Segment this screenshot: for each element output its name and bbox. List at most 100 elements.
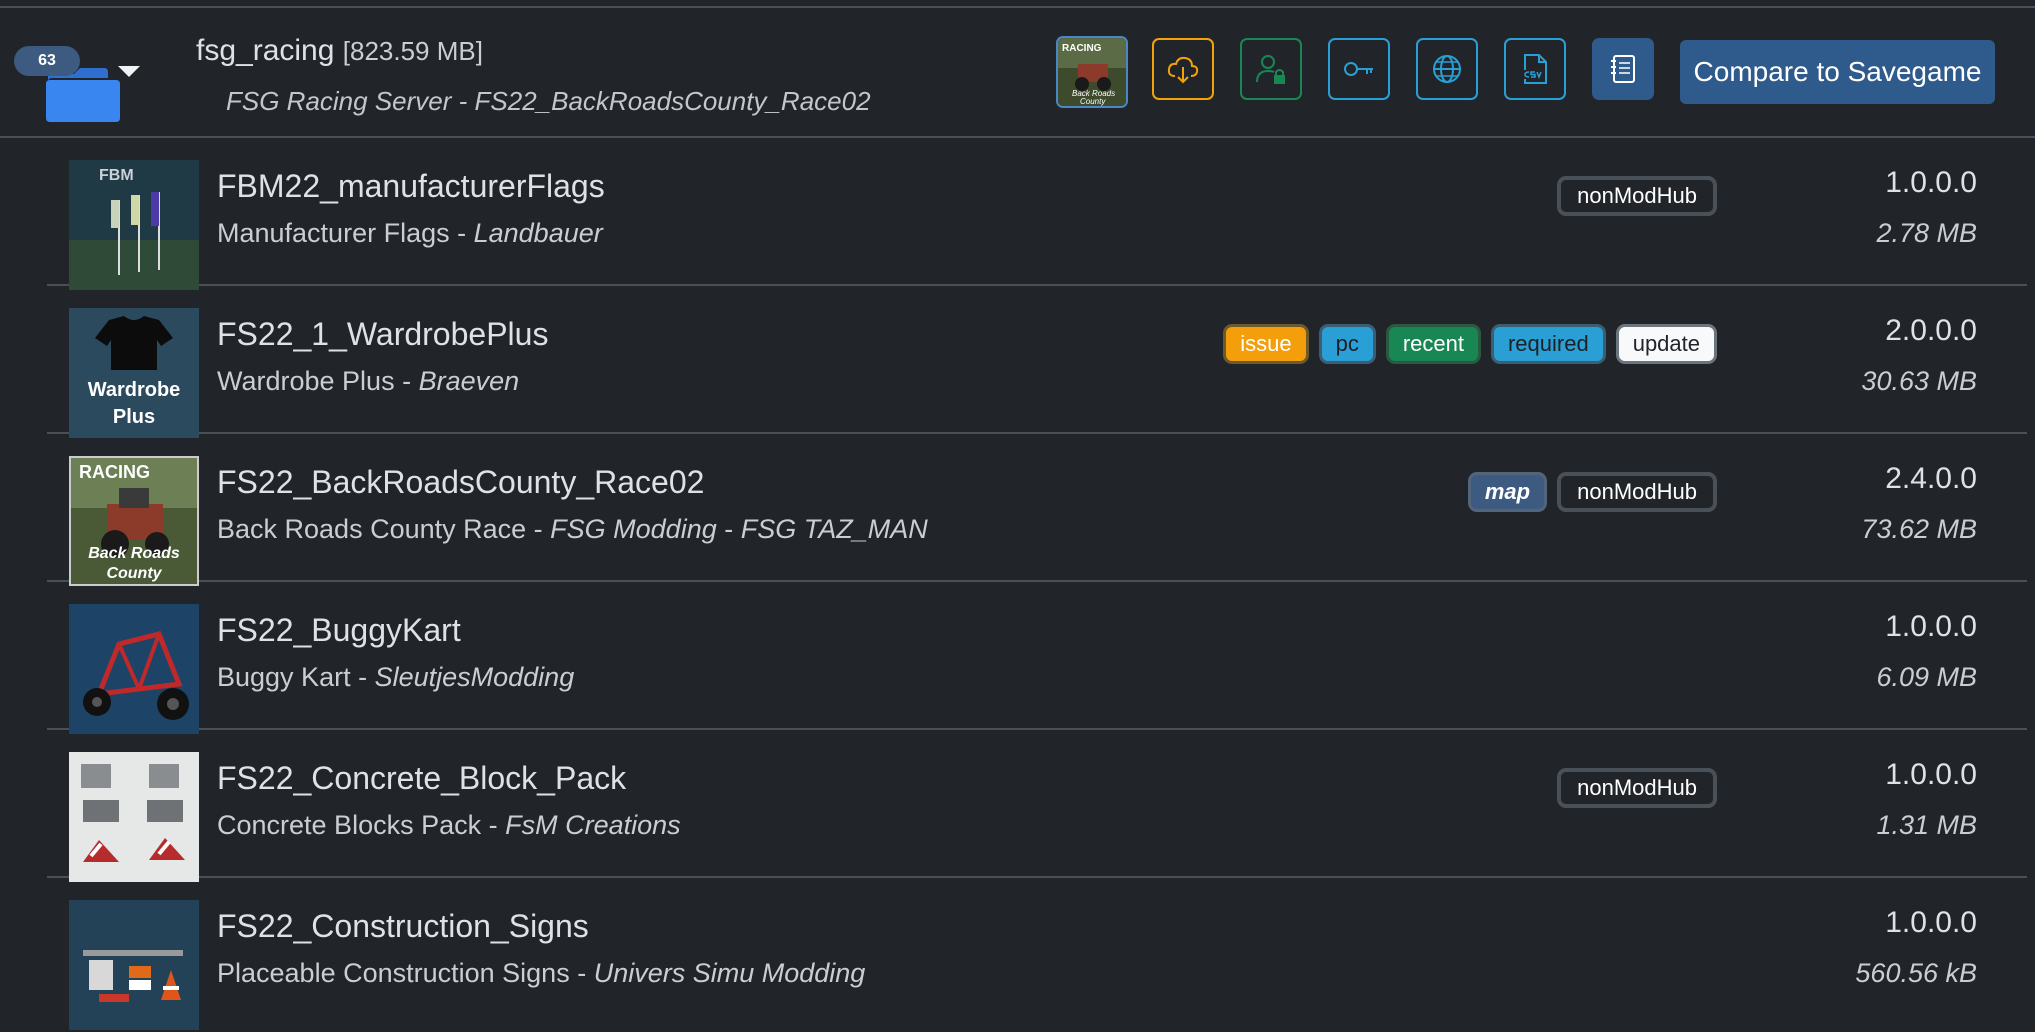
mod-title: Wardrobe Plus	[217, 366, 395, 396]
thumb-text: Wardrobe	[88, 379, 181, 401]
badge-nonmodhub: nonModHub	[1557, 472, 1717, 512]
user-lock-icon	[1256, 55, 1285, 84]
collection-header: 63 fsg_racing [823.59 MB] FSG Racing Ser…	[0, 8, 2035, 138]
collection-size: [823.59 MB]	[342, 36, 483, 66]
badge-update: update	[1615, 324, 1717, 364]
mod-version: 2.0.0.0	[1885, 314, 1977, 347]
mod-count-badge: 63	[14, 46, 80, 76]
compare-to-savegame-button[interactable]: Compare to Savegame	[1680, 40, 1995, 104]
mod-description: Buggy Kart - SleutjesModding	[217, 662, 575, 692]
mod-version: 1.0.0.0	[1885, 166, 1977, 199]
mod-title: Concrete Blocks Pack	[217, 810, 482, 840]
key-icon	[1344, 62, 1373, 76]
mod-author: SleutjesModding	[374, 662, 575, 692]
badge-required: required	[1490, 324, 1606, 364]
collection-folder-toggle[interactable]: 63	[14, 38, 144, 122]
mod-badges: issue pc recent required update	[1223, 324, 1717, 364]
mod-list: FBM FBM22_manufacturerFlags Manufacturer…	[47, 138, 2027, 1030]
caret-down-icon[interactable]	[118, 66, 140, 77]
notes-button[interactable]	[1592, 38, 1654, 100]
concrete-blocks-thumbnail	[69, 752, 199, 882]
mod-badges: nonModHub	[1557, 768, 1717, 808]
mod-thumbnail: Wardrobe Plus	[69, 308, 199, 438]
mod-row[interactable]: FS22_Concrete_Block_Pack Concrete Blocks…	[47, 730, 2027, 882]
thumb-text: Plus	[113, 406, 155, 428]
buggy-thumbnail	[69, 604, 199, 734]
mod-title: Placeable Construction Signs	[217, 958, 570, 988]
mod-name: FS22_1_WardrobePlus	[217, 316, 549, 352]
mod-author: FSG Modding	[550, 514, 717, 544]
mod-version: 1.0.0.0	[1885, 906, 1977, 939]
mod-thumbnail: FBM	[69, 160, 199, 290]
collection-title: fsg_racing [823.59 MB]	[196, 34, 483, 68]
mod-description: Manufacturer Flags - Landbauer	[217, 218, 603, 248]
mod-version: 2.4.0.0	[1885, 462, 1977, 495]
mod-row[interactable]: FS22_Construction_Signs Placeable Constr…	[47, 878, 2027, 1030]
construction-signs-thumbnail	[69, 900, 199, 1030]
badge-nonmodhub: nonModHub	[1557, 176, 1717, 216]
badge-recent: recent	[1385, 324, 1481, 364]
mod-size: 1.31 MB	[1876, 810, 1977, 840]
globe-icon	[1433, 55, 1461, 83]
mod-description: Concrete Blocks Pack - FsM Creations	[217, 810, 681, 840]
mod-thumbnail	[69, 752, 199, 882]
mod-author: FsM Creations	[505, 810, 681, 840]
mod-author: Univers Simu Modding	[593, 958, 866, 988]
mod-size: 73.62 MB	[1861, 514, 1977, 544]
mod-badges: map nonModHub	[1467, 472, 1717, 512]
mod-thumbnail	[69, 604, 199, 734]
mod-thumbnail	[69, 900, 199, 1030]
mod-size: 6.09 MB	[1876, 662, 1977, 692]
mod-title: Buggy Kart	[217, 662, 351, 692]
mod-size: 560.56 kB	[1855, 958, 1977, 988]
mod-version: 1.0.0.0	[1885, 610, 1977, 643]
collection-name: fsg_racing	[196, 34, 335, 67]
mod-author: Landbauer	[473, 218, 603, 248]
collection-description: FSG Racing Server - FS22_BackRoadsCounty…	[226, 86, 871, 116]
mod-name: FS22_Concrete_Block_Pack	[217, 760, 627, 796]
mod-description: Back Roads County Race - FSG Modding - F…	[217, 514, 928, 544]
wardrobe-thumbnail: Wardrobe Plus	[69, 308, 199, 438]
mod-size: 30.63 MB	[1861, 366, 1977, 396]
notebook-icon	[1611, 55, 1635, 83]
mod-author: Braeven	[418, 366, 520, 396]
export-csv-button[interactable]	[1504, 38, 1566, 100]
badge-issue: issue	[1223, 324, 1309, 364]
thumb-text: Back Roads	[88, 545, 180, 562]
racing-map-thumbnail: RACING Back Roads County	[1058, 38, 1126, 106]
flags-thumbnail: FBM	[69, 160, 199, 290]
mod-name: FBM22_manufacturerFlags	[217, 168, 605, 204]
racing-map-thumbnail: RACING Back Roads County	[71, 458, 197, 584]
server-password-button[interactable]	[1328, 38, 1390, 100]
mod-name: FS22_BackRoadsCounty_Race02	[217, 464, 705, 500]
mod-description: Placeable Construction Signs - Univers S…	[217, 958, 866, 988]
badge-map: map	[1467, 472, 1548, 512]
mod-row[interactable]: FBM FBM22_manufacturerFlags Manufacturer…	[47, 138, 2027, 290]
collection-map-thumbnail-button[interactable]: RACING Back Roads County	[1056, 36, 1128, 108]
mod-size: 2.78 MB	[1876, 218, 1977, 248]
mod-row[interactable]: RACING Back Roads County FS22_BackRoadsC…	[47, 434, 2027, 586]
badge-nonmodhub: nonModHub	[1557, 768, 1717, 808]
badge-pc: pc	[1318, 324, 1376, 364]
mod-badges: nonModHub	[1557, 176, 1717, 216]
cloud-download-icon	[1167, 56, 1199, 84]
download-button[interactable]	[1152, 38, 1214, 100]
mod-row[interactable]: FS22_BuggyKart Buggy Kart - SleutjesModd…	[47, 582, 2027, 734]
mod-name: FS22_BuggyKart	[217, 612, 461, 648]
thumb-text: County	[106, 565, 162, 582]
thumb-text: RACING	[79, 462, 150, 482]
mod-description: Wardrobe Plus - Braeven	[217, 366, 520, 396]
thumb-text: FBM	[99, 167, 134, 184]
mod-title: Manufacturer Flags	[217, 218, 450, 248]
mod-author: FSG TAZ_MAN	[740, 514, 928, 544]
mod-thumbnail: RACING Back Roads County	[69, 456, 199, 586]
thumb-text-racing: RACING	[1062, 43, 1102, 54]
mod-title: Back Roads County Race	[217, 514, 527, 544]
admin-login-button[interactable]	[1240, 38, 1302, 100]
website-button[interactable]	[1416, 38, 1478, 100]
mod-version: 1.0.0.0	[1885, 758, 1977, 791]
mod-row[interactable]: Wardrobe Plus FS22_1_WardrobePlus Wardro…	[47, 286, 2027, 438]
csv-file-icon	[1523, 54, 1547, 84]
mod-name: FS22_Construction_Signs	[217, 908, 589, 944]
thumb-text-county: County	[1080, 97, 1106, 106]
